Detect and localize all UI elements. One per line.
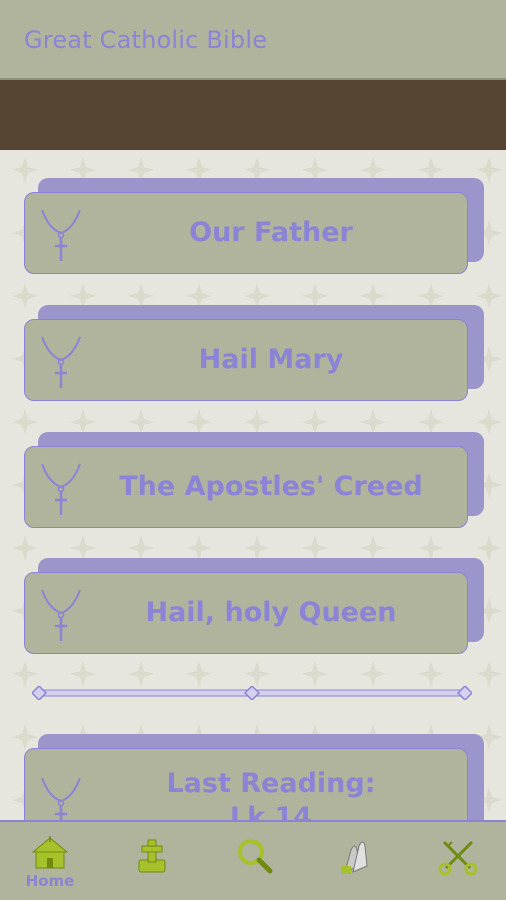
last-reading-button[interactable]: Last Reading: Lk 14 [24, 748, 468, 820]
last-reading-text: Last Reading: Lk 14 [85, 749, 457, 820]
nav-home-label: Home [25, 872, 75, 890]
prayer-label: The Apostles' Creed [119, 471, 423, 502]
pattern-cross [476, 661, 502, 687]
prayer-card-our-father[interactable]: Our Father [24, 178, 484, 276]
praying-hands-icon [341, 841, 368, 874]
banner-area [0, 80, 506, 150]
rosary-icon [41, 777, 81, 820]
nav-tools[interactable] [428, 836, 488, 892]
last-reading-card[interactable]: Last Reading: Lk 14 [24, 734, 484, 820]
pattern-cross [244, 661, 270, 687]
prayer-card-apostles-creed[interactable]: The Apostles' Creed [24, 432, 484, 530]
app-bar: Great Catholic Bible [0, 0, 506, 80]
pattern-cross [186, 661, 212, 687]
keys-icon [438, 840, 478, 876]
search-icon [238, 839, 273, 874]
bottom-navigation: Home [0, 820, 506, 900]
prayer-label: Hail, holy Queen [145, 597, 397, 628]
church-icon [31, 836, 69, 869]
last-reading-label: Last Reading: [166, 768, 376, 799]
nav-prayers[interactable] [326, 836, 386, 892]
pattern-cross [360, 661, 386, 687]
rosary-icon [41, 589, 81, 641]
pattern-cross [12, 661, 38, 687]
prayer-label: Our Father [189, 217, 353, 248]
prayer-card-hail-mary[interactable]: Hail Mary [24, 305, 484, 403]
nav-bible[interactable] [122, 836, 182, 892]
nav-search[interactable] [224, 836, 284, 892]
pattern-cross [128, 661, 154, 687]
pattern-cross [418, 661, 444, 687]
prayer-button[interactable]: Our Father [24, 192, 468, 274]
rosary-icon [41, 209, 81, 261]
prayer-button[interactable]: The Apostles' Creed [24, 446, 468, 528]
app-title: Great Catholic Bible [24, 26, 268, 54]
bible-cross-icon [138, 839, 166, 873]
prayer-card-hail-holy-queen[interactable]: Hail, holy Queen [24, 558, 484, 656]
section-divider [32, 686, 472, 700]
pattern-cross [70, 661, 96, 687]
last-reading-reference: Lk 14 [229, 802, 313, 820]
pattern-cross [302, 661, 328, 687]
prayer-list[interactable]: Our Father Hail Mary The Apostles' Creed… [0, 150, 506, 820]
prayer-button[interactable]: Hail, holy Queen [24, 572, 468, 654]
prayer-label: Hail Mary [198, 344, 344, 375]
rosary-icon [41, 336, 81, 388]
prayer-button[interactable]: Hail Mary [24, 319, 468, 401]
nav-home[interactable]: Home [20, 836, 80, 892]
rosary-icon [41, 463, 81, 515]
